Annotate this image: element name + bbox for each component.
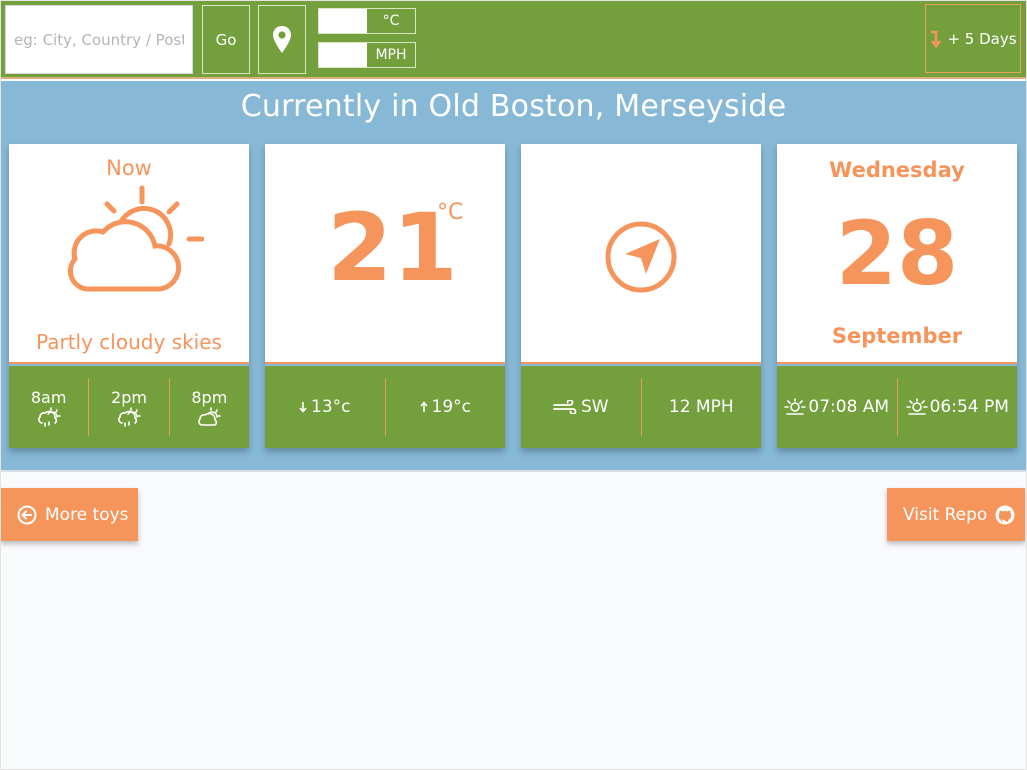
sunset-time: 06:54 PM xyxy=(929,397,1009,417)
month-label: September xyxy=(831,324,963,348)
toggle-knob xyxy=(319,43,367,67)
search-input[interactable] xyxy=(5,5,193,74)
github-icon xyxy=(995,505,1015,524)
arrow-circle-left-icon xyxy=(17,505,37,524)
day-number: 28 xyxy=(835,202,959,305)
weekday-label: Wednesday xyxy=(829,158,965,182)
temperature-unit-label: °C xyxy=(382,13,400,29)
sunrise: 07:08 AM xyxy=(777,378,897,436)
wind-speed-value: 12 MPH xyxy=(668,397,734,417)
speed-unit-toggle[interactable]: MPH xyxy=(318,42,416,68)
go-button[interactable]: Go xyxy=(202,5,250,74)
rain-cloud-sun-icon xyxy=(37,406,61,427)
five-days-button[interactable]: + 5 Days xyxy=(925,4,1021,73)
high-temp: 19°c xyxy=(386,378,506,436)
low-temp: 13°c xyxy=(265,378,385,436)
visit-repo-label: Visit Repo xyxy=(903,504,988,525)
sunset: 06:54 PM xyxy=(898,378,1018,436)
rain-cloud-sun-icon xyxy=(118,406,141,427)
wind-direction: SW xyxy=(521,378,641,436)
sunset-icon xyxy=(905,398,928,415)
locate-button[interactable] xyxy=(258,5,306,74)
arrow-down-icon xyxy=(931,30,942,48)
forecast-time: 8am xyxy=(30,387,67,407)
wind-speed: 12 MPH xyxy=(642,378,762,436)
current-conditions-card: Now Partly cloudy skies 8am 2pm 8pm xyxy=(9,144,249,448)
wind-direction-value: SW xyxy=(580,397,609,417)
sunrise-time: 07:08 AM xyxy=(808,397,890,417)
forecast-slot: 8pm xyxy=(170,378,249,436)
forecast-time: 8pm xyxy=(191,387,228,407)
forecast-slot: 8am xyxy=(9,378,88,436)
five-days-label: + 5 Days xyxy=(947,29,1017,48)
toggle-knob xyxy=(319,9,367,33)
high-temp-value: 19°c xyxy=(431,397,471,417)
date-card: Wednesday 28 September 07:08 AM 06:54 PM xyxy=(777,144,1017,448)
location-title: Currently in Old Boston, Merseyside xyxy=(240,89,787,124)
forecast-time: 2pm xyxy=(111,387,147,407)
low-temp-value: 13°c xyxy=(311,397,351,417)
wind-card: SW 12 MPH xyxy=(521,144,761,448)
partly-cloudy-icon xyxy=(67,185,204,292)
cloud-sun-icon xyxy=(198,406,222,426)
sunrise-icon xyxy=(784,398,807,415)
forecast-slot: 2pm xyxy=(89,378,168,436)
arrow-up-icon xyxy=(419,401,428,412)
more-toys-button[interactable]: More toys xyxy=(1,488,138,541)
temperature-unit: °C xyxy=(437,200,464,225)
visit-repo-button[interactable]: Visit Repo xyxy=(887,488,1025,541)
top-bar: Go °C MPH + 5 Days xyxy=(0,0,1027,79)
map-pin-icon xyxy=(273,25,291,53)
now-label: Now xyxy=(106,156,152,180)
temperature-unit-toggle[interactable]: °C xyxy=(318,8,416,34)
arrow-down-icon xyxy=(299,402,307,413)
temperature-card: 21 °C 13°c 19°c xyxy=(265,144,505,448)
speed-unit-label: MPH xyxy=(375,47,407,63)
condition-label: Partly cloudy skies xyxy=(36,330,222,354)
wind-icon xyxy=(553,400,577,414)
more-toys-label: More toys xyxy=(45,504,129,525)
compass-icon xyxy=(605,221,677,293)
